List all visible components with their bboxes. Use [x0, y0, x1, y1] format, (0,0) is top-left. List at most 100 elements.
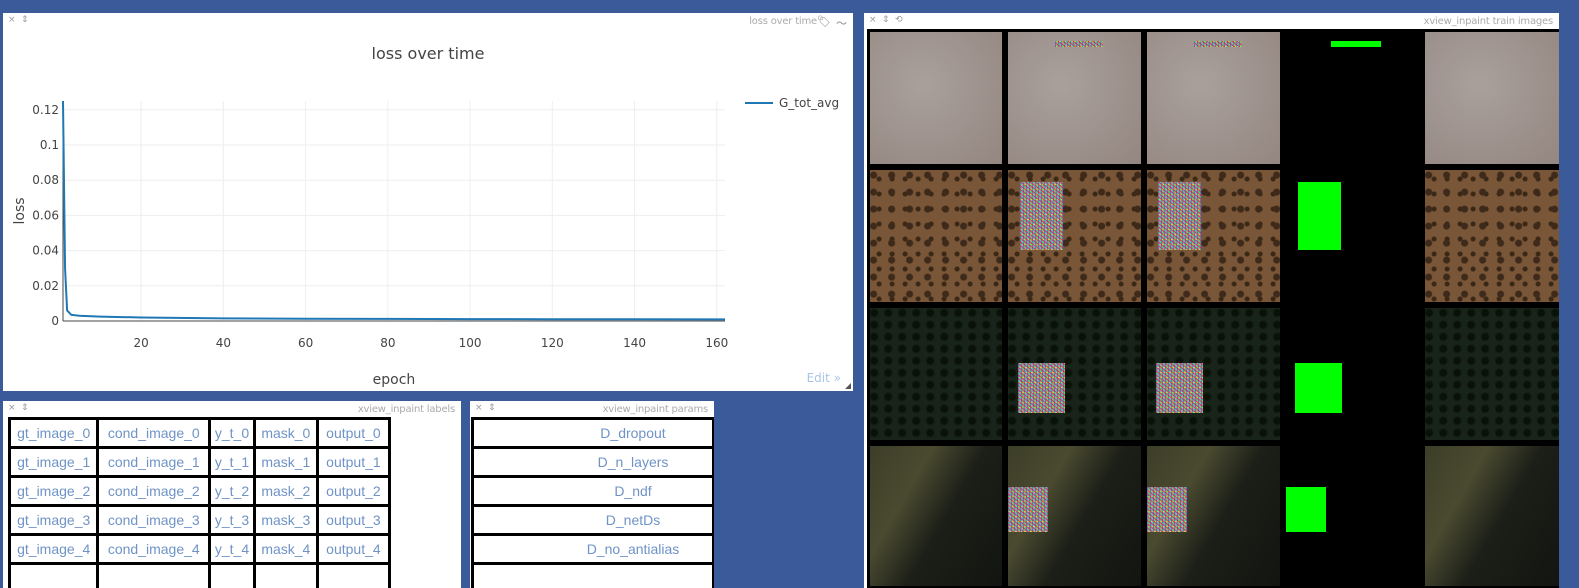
image-tile-cond-3: [1008, 446, 1141, 586]
param-name: D_no_antialias: [471, 533, 714, 565]
image-tile-mask-1: [1286, 170, 1419, 302]
image-tile-gt-1: [870, 170, 1002, 302]
table-row: D_netDs: [471, 504, 714, 536]
table-row: D_dropout: [471, 417, 714, 449]
chart-legend[interactable]: G_tot_avg: [745, 96, 839, 110]
image-tile-gt-2: [870, 308, 1002, 440]
table-cell: output_4: [315, 533, 392, 565]
image-tile-mask-2: [1286, 308, 1419, 440]
table-cell: gt_image_3: [7, 504, 100, 536]
loss-chart: loss over time 20 40 60 80 100 120 140 160 0 0.02…: [12, 44, 839, 388]
table-cell: y_t_4: [208, 533, 256, 565]
table-row: D_no_antialias: [471, 533, 714, 565]
x-tick-label: 100: [459, 336, 482, 350]
pin-icon[interactable]: ⇕: [488, 403, 496, 413]
x-tick-label: 140: [623, 336, 646, 350]
table-cell: [96, 562, 212, 588]
image-tile-cond-0: [1008, 32, 1141, 164]
table-cell: cond_image_0: [96, 417, 212, 449]
y-tick-label: 0.04: [32, 244, 59, 258]
table-cell: [252, 562, 319, 588]
table-cell: gt_image_2: [7, 475, 100, 507]
legend-label: G_tot_avg: [779, 96, 839, 110]
image-tile-yt-1: [1147, 170, 1280, 302]
pane-titlebar: × ⇕ ⟲ xview_inpaint train images: [864, 13, 1559, 28]
table-cell: mask_4: [252, 533, 319, 565]
y-axis-label: loss: [12, 197, 28, 224]
table-row: [471, 562, 714, 588]
chart-title: loss over time: [372, 44, 485, 63]
table-cell: [7, 562, 100, 588]
pane-titlebar: × ⇕ xview_inpaint labels: [3, 401, 461, 416]
close-icon[interactable]: ×: [8, 403, 16, 413]
table-cell: gt_image_1: [7, 446, 100, 478]
pin-icon[interactable]: ⇕: [882, 15, 890, 25]
params-table: D_dropout D_n_layers D_ndf D_netDs D_no_…: [471, 417, 714, 588]
image-tile-output-0: [1425, 32, 1559, 164]
x-tick-label: 120: [541, 336, 564, 350]
image-tile-gt-0: [870, 32, 1002, 164]
reset-icon[interactable]: ⟲: [895, 15, 903, 25]
x-axis-label: epoch: [373, 372, 416, 388]
image-grid: [867, 29, 1559, 588]
image-tile-output-2: [1425, 308, 1559, 440]
x-tick-label: 60: [298, 336, 313, 350]
x-tick-label: 80: [380, 336, 395, 350]
image-tile-gt-3: [870, 446, 1002, 586]
table-cell: y_t_3: [208, 504, 256, 536]
param-name: [471, 562, 714, 588]
image-tile-yt-3: [1147, 446, 1280, 586]
y-tick-label: 0.02: [32, 279, 59, 293]
table-cell: output_2: [315, 475, 392, 507]
resize-handle[interactable]: [845, 383, 851, 389]
image-tile-output-1: [1425, 170, 1559, 302]
param-name: D_n_layers: [471, 446, 714, 478]
image-tile-yt-0: [1147, 32, 1280, 164]
close-icon[interactable]: ×: [869, 15, 877, 25]
y-tick-label: 0.12: [32, 103, 59, 117]
table-cell: mask_3: [252, 504, 319, 536]
y-tick-label: 0.06: [32, 208, 59, 222]
params-pane: × ⇕ xview_inpaint params D_dropout D_n_l…: [470, 401, 714, 588]
table-row: D_ndf: [471, 475, 714, 507]
pane-title: xview_inpaint train images: [1423, 16, 1554, 27]
train-images-pane: × ⇕ ⟲ xview_inpaint train images: [864, 13, 1559, 588]
table-row: gt_image_3 cond_image_3 y_t_3 mask_3 out…: [7, 504, 392, 536]
image-tile-output-3: [1425, 446, 1559, 586]
table-cell: cond_image_2: [96, 475, 212, 507]
table-cell: y_t_1: [208, 446, 256, 478]
table-row: gt_image_1 cond_image_1 y_t_1 mask_1 out…: [7, 446, 392, 478]
param-name: D_netDs: [471, 504, 714, 536]
close-icon[interactable]: ×: [475, 403, 483, 413]
pane-title: xview_inpaint labels: [357, 404, 455, 415]
x-tick-label: 20: [133, 336, 148, 350]
table-cell: mask_0: [252, 417, 319, 449]
y-tick-label: 0.08: [32, 173, 59, 187]
y-tick-label: 0.1: [40, 138, 59, 152]
image-tile-yt-2: [1147, 308, 1280, 440]
image-tile-cond-1: [1008, 170, 1141, 302]
table-row: gt_image_2 cond_image_2 y_t_2 mask_2 out…: [7, 475, 392, 507]
table-cell: [315, 562, 392, 588]
image-tile-mask-0: [1286, 32, 1419, 164]
table-cell: output_1: [315, 446, 392, 478]
table-cell: gt_image_0: [7, 417, 100, 449]
pane-title: xview_inpaint params: [602, 404, 709, 415]
loss-over-time-pane: × ⇕ loss over time 🏷 〜 loss over time 20…: [3, 13, 853, 391]
table-cell: cond_image_4: [96, 533, 212, 565]
x-tick-label: 160: [705, 336, 728, 350]
table-cell: output_0: [315, 417, 392, 449]
table-cell: mask_2: [252, 475, 319, 507]
table-cell: y_t_0: [208, 417, 256, 449]
series-line: [62, 100, 726, 321]
param-name: D_dropout: [471, 417, 714, 449]
pin-icon[interactable]: ⇕: [21, 403, 29, 413]
table-cell: output_3: [315, 504, 392, 536]
image-tile-cond-2: [1008, 308, 1141, 440]
param-name: D_ndf: [471, 475, 714, 507]
pane-titlebar: × ⇕ xview_inpaint params: [470, 401, 714, 416]
image-tile-mask-3: [1286, 446, 1419, 586]
table-row: gt_image_4 cond_image_4 y_t_4 mask_4 out…: [7, 533, 392, 565]
edit-link[interactable]: Edit »: [807, 371, 841, 385]
x-tick-label: 40: [216, 336, 231, 350]
